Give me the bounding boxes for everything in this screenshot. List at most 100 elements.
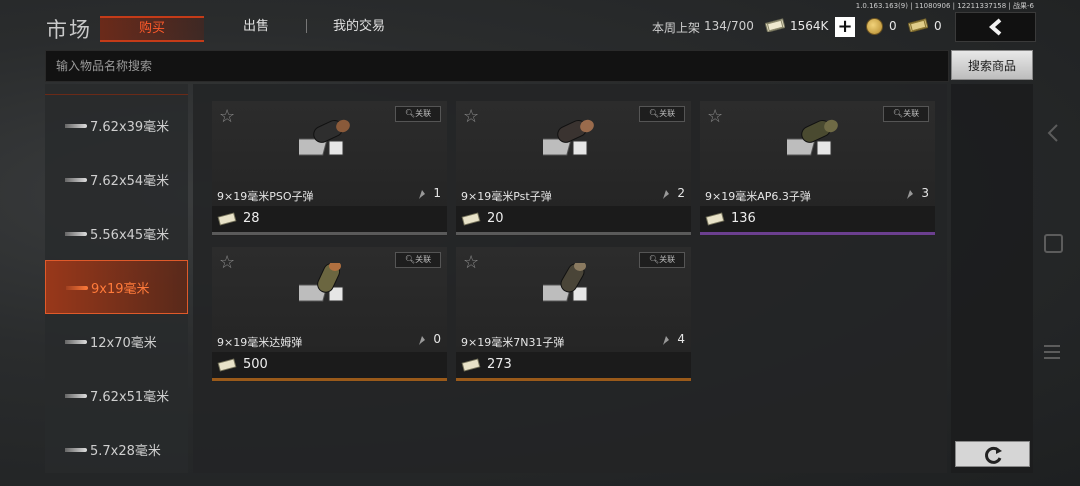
item-price: 28 [243,211,260,226]
bullet-icon [65,232,87,236]
tab-buy[interactable]: 购买 [100,16,204,42]
ammo-box-icon [543,119,594,156]
rarity-bar [700,232,935,235]
sidebar-item-label: 7.62x54毫米 [90,174,170,189]
star-icon[interactable]: ☆ [707,106,723,127]
bullet-icon [65,178,87,182]
bond-value: 0 [934,19,942,33]
bullet-icon [65,340,87,344]
item-price: 500 [243,357,268,372]
sidebar-item-7.62x39[interactable]: 7.62x39毫米 [45,101,188,151]
price-row: 28 [212,206,447,232]
item-name: 9×19毫米PSO子弹 [217,190,314,203]
related-label: 关联 [415,255,432,264]
coin-value: 0 [889,19,897,33]
bullet-count-icon [663,336,669,345]
sidebar-item-label: 5.7x28毫米 [90,444,161,459]
back-arrow-icon [988,18,1002,36]
coin-icon [866,18,883,35]
item-quantity: 0 [433,332,441,346]
bullet-count-icon [419,336,425,345]
item-card[interactable]: ☆ 🔍︎关联 9×19毫米7N31子弹 4 273 [456,247,691,382]
back-button[interactable] [955,12,1036,42]
search-placeholder: 输入物品名称搜索 [56,59,153,73]
star-icon[interactable]: ☆ [463,106,479,127]
tab-sell[interactable]: 出售 [218,16,294,38]
related-label: 关联 [903,109,920,118]
tab-divider [306,19,307,33]
item-card[interactable]: ☆ 🔍︎关联 9×19毫米Pst子弹 2 20 [456,101,691,236]
sidebar-divider [45,94,188,95]
tab-my-trades[interactable]: 我的交易 [318,16,400,38]
related-label: 关联 [659,109,676,118]
cash-icon [217,212,237,226]
related-label: 关联 [659,255,676,264]
item-quantity: 2 [677,186,685,200]
sidebar-item-label: 7.62x39毫米 [90,120,170,135]
nav-menu-icon[interactable] [1044,344,1060,360]
item-name: 9×19毫米Pst子弹 [461,190,552,203]
item-name: 9×19毫米AP6.3子弹 [705,190,811,203]
version-text: 1.0.163.163(9) | 11080906 | 12211337158 … [855,2,1034,10]
rarity-bar [456,378,691,381]
item-quantity: 3 [921,186,929,200]
rarity-bar [212,232,447,235]
related-button[interactable]: 🔍︎关联 [883,106,929,122]
item-quantity: 4 [677,332,685,346]
cash-icon [217,358,237,372]
related-button[interactable]: 🔍︎关联 [395,252,441,268]
price-row: 273 [456,352,691,378]
ammo-box-icon [299,263,344,302]
bullet-icon [66,286,88,290]
related-button[interactable]: 🔍︎关联 [639,252,685,268]
search-button[interactable]: 搜索商品 [951,50,1033,80]
item-price: 20 [487,211,504,226]
item-quantity: 1 [433,186,441,200]
search-input[interactable] [45,50,949,82]
bullet-icon [65,124,87,128]
sidebar-item-5.7x28[interactable]: 5.7x28毫米 [45,425,188,475]
item-name: 9×19毫米达姆弹 [217,336,303,349]
cash-icon [461,212,481,226]
sidebar-item-9x19[interactable]: 9x19毫米 [45,260,188,314]
price-row: 136 [700,206,935,232]
sidebar-item-7.62x51[interactable]: 7.62x51毫米 [45,371,188,421]
bond-icon [908,18,928,32]
star-icon[interactable]: ☆ [219,106,235,127]
item-card[interactable]: ☆ 🔍︎关联 9×19毫米达姆弹 0 500 [212,247,447,382]
refresh-icon [985,446,1002,464]
related-button[interactable]: 🔍︎关联 [639,106,685,122]
weekly-listing-count: 134/700 [704,19,754,33]
nav-back-icon[interactable] [1046,122,1060,144]
ammo-box-icon [543,263,588,302]
page-title: 市场 [46,18,92,42]
sidebar-item-12x70[interactable]: 12x70毫米 [45,317,188,367]
item-name: 9×19毫米7N31子弹 [461,336,565,349]
rarity-bar [456,232,691,235]
bullet-icon [65,394,87,398]
star-icon[interactable]: ☆ [463,252,479,273]
item-card[interactable]: ☆ 🔍︎关联 9×19毫米PSO子弹 1 28 [212,101,447,236]
sidebar-item-7.62x54[interactable]: 7.62x54毫米 [45,155,188,205]
weekly-listing-label: 本周上架 [652,21,701,35]
sidebar-item-label: 7.62x51毫米 [90,390,170,405]
item-card[interactable]: ☆ 🔍︎关联 9×19毫米AP6.3子弹 3 136 [700,101,935,236]
bullet-count-icon [419,190,425,199]
cash-icon [765,18,785,32]
item-price: 136 [731,211,756,226]
money-value: 1564K [790,19,829,33]
cash-icon [461,358,481,372]
refresh-button[interactable] [955,441,1030,467]
related-label: 关联 [415,109,432,118]
sidebar-item-label: 5.56x45毫米 [90,228,170,243]
cash-icon [705,212,725,226]
price-row: 20 [456,206,691,232]
star-icon[interactable]: ☆ [219,252,235,273]
rarity-bar [212,378,447,381]
add-money-button[interactable]: + [835,17,855,37]
nav-home-icon[interactable] [1044,234,1063,253]
bullet-count-icon [907,190,913,199]
related-button[interactable]: 🔍︎关联 [395,106,441,122]
sidebar-item-5.56x45[interactable]: 5.56x45毫米 [45,209,188,259]
ammo-box-icon [299,119,350,156]
